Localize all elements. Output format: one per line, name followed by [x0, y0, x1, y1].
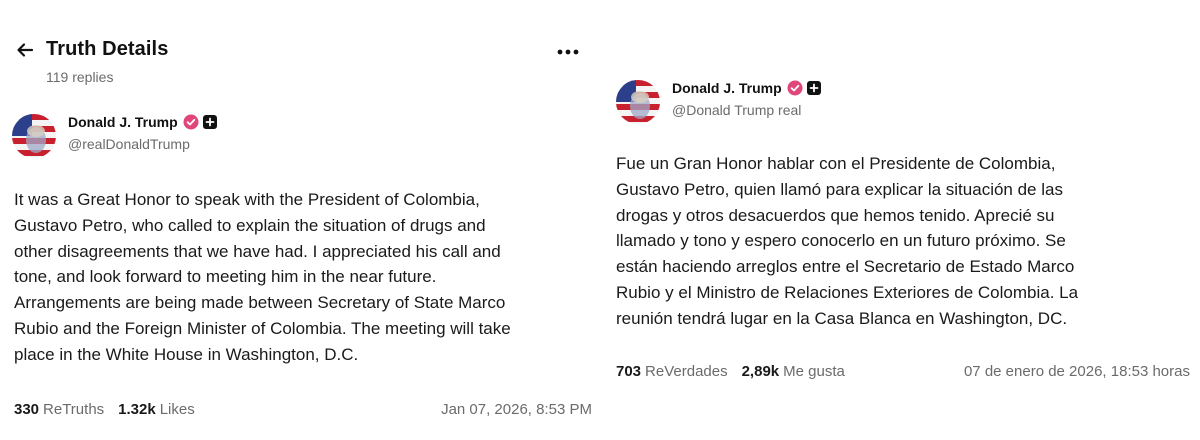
post-text-line: Gustavo Petro, who called to explain the…	[14, 215, 486, 235]
plus-badge-icon	[202, 115, 217, 129]
verified-badge-icon	[183, 114, 199, 130]
likes-count: 1.32k	[118, 401, 156, 418]
back-button[interactable]	[14, 39, 36, 61]
post-text-line: reunión tendrá lugar en la Casa Blanca e…	[616, 308, 1068, 328]
author-name[interactable]: Donald J. Trump	[68, 114, 178, 130]
retruths-label: ReTruths	[43, 401, 105, 418]
post-timestamp: 07 de enero de 2026, 18:53 horas	[963, 363, 1190, 380]
retruths-count: 703	[616, 363, 642, 380]
author-handle[interactable]: @realDonaldTrump	[68, 136, 217, 152]
retruths-label: ReVerdades	[645, 363, 728, 380]
more-horizontal-icon	[557, 49, 579, 55]
author-handle[interactable]: @Donald Trump real	[672, 102, 821, 118]
truth-details-panel-en: Truth Details 119 replies Donald J. Trum…	[0, 0, 600, 440]
avatar-image	[12, 114, 56, 158]
arrow-left-icon	[17, 42, 34, 57]
avatar-image	[616, 80, 660, 124]
more-options-button[interactable]	[556, 40, 580, 64]
post-text-line: Rubio and the Foreign Minister of Colomb…	[14, 318, 511, 338]
likes-stat[interactable]: 1.32k Likes	[118, 401, 209, 418]
post-text: It was a Great Honor to speak with the P…	[14, 187, 594, 368]
post-text-line: place in the White House in Washington, …	[14, 344, 359, 364]
post-author: Donald J. Trump @realDonaldTrump	[12, 114, 217, 158]
post-author: Donald J. Trump @Donald Trump real	[616, 80, 821, 124]
post-stats: 330 ReTruths 1.32k Likes	[14, 401, 209, 418]
avatar[interactable]	[12, 114, 56, 158]
post-text-line: Rubio y el Ministro de Relaciones Exteri…	[616, 282, 1079, 302]
verified-badge-icon	[787, 80, 803, 96]
post-text-line: Arrangements are being made between Secr…	[14, 293, 506, 313]
likes-count: 2,89k	[741, 363, 780, 380]
retruths-stat[interactable]: 703 ReVerdades	[616, 363, 742, 380]
post-text-line: llamado y tono y espero conocerlo en un …	[616, 231, 1066, 251]
page-header: Truth Details	[14, 38, 168, 61]
avatar[interactable]	[616, 80, 660, 124]
post-text-line: tone, and look forward to meeting him in…	[14, 267, 437, 287]
post-text-line: other disagreements that we have had. I …	[14, 241, 501, 261]
likes-label: Likes	[159, 401, 195, 418]
likes-label: Me gusta	[783, 363, 845, 380]
retruths-stat[interactable]: 330 ReTruths	[14, 401, 118, 418]
replies-count: 119 replies	[46, 69, 114, 85]
post-text-line: están haciendo arreglos entre el Secreta…	[616, 257, 1075, 277]
post-text-line: It was a Great Honor to speak with the P…	[14, 190, 480, 209]
retruths-count: 330	[14, 401, 40, 418]
post-text-line: drogas y otros desacuerdos que hemos ten…	[616, 205, 1055, 225]
page-title: Truth Details	[46, 38, 169, 60]
likes-stat[interactable]: 2,89k Me gusta	[742, 363, 859, 380]
plus-badge-icon	[806, 81, 821, 95]
post-text-line: Fue un Gran Honor hablar con el Presiden…	[616, 154, 1056, 173]
post-stats: 703 ReVerdades 2,89k Me gusta	[616, 363, 859, 380]
post-timestamp: Jan 07, 2026, 8:53 PM	[441, 401, 592, 418]
truth-details-panel-es: Donald J. Trump @Donald Trump real Fue u…	[600, 0, 1200, 440]
post-text-line: Gustavo Petro, quien llamó para explicar…	[616, 179, 1063, 199]
post-text: Fue un Gran Honor hablar con el Presiden…	[616, 151, 1196, 332]
author-name[interactable]: Donald J. Trump	[672, 80, 782, 96]
